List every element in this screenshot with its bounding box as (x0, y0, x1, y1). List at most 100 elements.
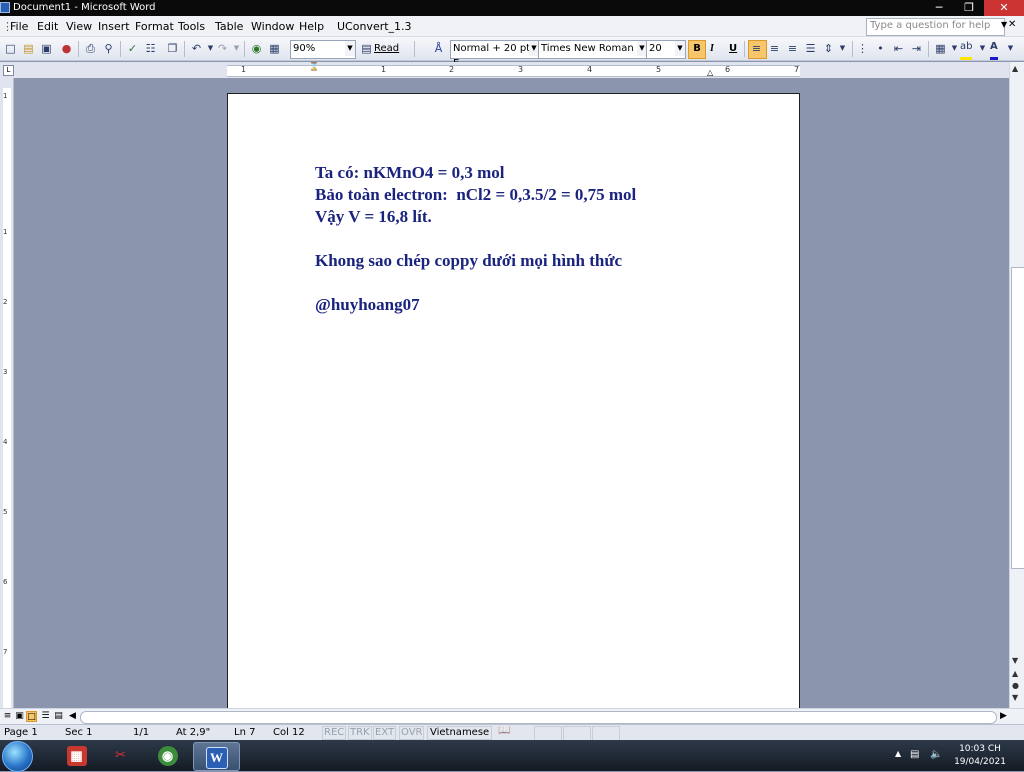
menu-uconvert[interactable]: UConvert_1.3 (337, 20, 412, 33)
menu-format[interactable]: Format (135, 20, 174, 33)
vertical-ruler-track (3, 88, 11, 708)
permission-icon[interactable]: ● (60, 42, 73, 55)
borders-icon[interactable]: ▦ (934, 42, 947, 55)
previous-page-icon[interactable]: ▲ (1012, 669, 1018, 678)
start-button[interactable] (2, 741, 33, 772)
redo-icon[interactable]: ↷ (216, 42, 229, 55)
status-trk[interactable]: TRK (348, 726, 372, 740)
align-center-icon[interactable]: ≡ (768, 42, 781, 55)
right-indent-marker[interactable]: △ (707, 68, 713, 77)
document-line[interactable]: Bảo toàn electron: nCl2 = 0,3.5/2 = 0,75… (315, 185, 636, 205)
outline-view-icon[interactable]: ☰ (40, 711, 51, 722)
font-select[interactable]: Times New Roman ▼ (538, 40, 648, 59)
menu-window[interactable]: Window (251, 20, 294, 33)
highlight-dropdown-icon[interactable]: ▼ (976, 42, 989, 55)
scroll-down-icon[interactable]: ▼ (1012, 656, 1018, 665)
status-ext[interactable]: EXT (373, 726, 397, 740)
menu-table[interactable]: Table (215, 20, 243, 33)
zoom-select[interactable]: 90% ▼ (290, 40, 356, 59)
menu-file[interactable]: File (10, 20, 28, 33)
word-app-icon[interactable] (0, 2, 10, 13)
menu-edit[interactable]: Edit (37, 20, 58, 33)
vertical-scrollbar[interactable]: ▲ ▼ ▲ ● ▼ (1009, 62, 1024, 708)
menu-help[interactable]: Help (299, 20, 324, 33)
restore-button[interactable]: ❐ (954, 0, 984, 16)
font-size-dropdown-icon[interactable]: ▼ (675, 41, 685, 56)
normal-view-icon[interactable]: ≡ (2, 711, 13, 722)
font-color-button[interactable]: A (990, 40, 998, 60)
taskbar-network-app[interactable]: ▦ (54, 742, 99, 769)
bold-button[interactable]: B (688, 40, 706, 59)
read-mode-icon[interactable]: ▤ (360, 42, 373, 55)
increase-indent-icon[interactable]: ⇥ (910, 42, 923, 55)
volume-tray-icon[interactable]: 🔈 (930, 749, 942, 760)
document-page[interactable]: Ta có: nKMnO4 = 0,3 mol Bảo toàn electro… (227, 93, 800, 713)
scroll-right-icon[interactable]: ▶ (998, 711, 1009, 722)
style-select[interactable]: Normal + 20 pt, E ▼ (450, 40, 540, 69)
numbering-icon[interactable]: ⋮ (856, 42, 869, 55)
print-icon[interactable]: ⎙ (84, 42, 97, 55)
reading-layout-icon[interactable]: ▤ (53, 711, 64, 722)
scroll-up-icon[interactable]: ▲ (1012, 64, 1018, 73)
document-line[interactable]: Ta có: nKMnO4 = 0,3 mol (315, 163, 504, 183)
vertical-scroll-thumb[interactable] (1011, 267, 1024, 569)
scroll-left-icon[interactable]: ◀ (67, 711, 78, 722)
document-line[interactable]: Khong sao chép coppy dưới mọi hình thức (315, 251, 622, 271)
menu-view[interactable]: View (66, 20, 92, 33)
underline-button[interactable]: U (729, 40, 737, 57)
line-spacing-dropdown-icon[interactable]: ▼ (836, 42, 849, 55)
read-button[interactable]: Read (374, 40, 399, 57)
next-page-icon[interactable]: ▼ (1012, 693, 1018, 702)
document-line[interactable]: @huyhoang07 (315, 295, 420, 315)
close-button[interactable]: ✕ (984, 0, 1024, 16)
new-document-icon[interactable]: □ (4, 42, 17, 55)
print-layout-icon[interactable]: □ (26, 711, 37, 722)
system-clock[interactable]: 10:03 CH 19/04/2021 (952, 743, 1008, 769)
justify-icon[interactable]: ☰ (804, 42, 817, 55)
decrease-indent-icon[interactable]: ⇤ (892, 42, 905, 55)
redo-dropdown-icon[interactable]: ▼ (230, 42, 243, 55)
status-ovr[interactable]: OVR (399, 726, 425, 740)
spelling-icon[interactable]: ✓ (126, 42, 139, 55)
undo-icon[interactable]: ↶ (190, 42, 203, 55)
taskbar-chrome[interactable]: ◉ (145, 742, 190, 769)
align-left-button[interactable]: ≡ (748, 40, 767, 59)
menu-insert[interactable]: Insert (98, 20, 130, 33)
font-size-select[interactable]: 20 ▼ (646, 40, 686, 59)
open-folder-icon[interactable]: ▤ (22, 42, 35, 55)
taskbar-snipping-tool[interactable]: ✂ (98, 742, 143, 769)
font-color-dropdown-icon[interactable]: ▼ (1004, 42, 1017, 55)
tray-expand-icon[interactable]: ▲ (895, 749, 901, 758)
minimize-button[interactable]: ─ (924, 0, 954, 16)
vertical-ruler[interactable]: 1 1 2 3 4 5 6 7 (0, 78, 14, 708)
bullets-icon[interactable]: • (874, 42, 887, 55)
styles-formatting-icon[interactable]: Å (432, 42, 445, 55)
tab-selector[interactable]: L (3, 65, 14, 76)
status-rec[interactable]: REC (322, 726, 347, 740)
document-close-icon[interactable]: ✕ (1008, 19, 1016, 30)
print-preview-icon[interactable]: ⚲ (102, 42, 115, 55)
help-search-input[interactable]: Type a question for help (866, 18, 1005, 36)
left-indent-marker[interactable]: ⌛ (309, 62, 319, 71)
document-line[interactable]: Vậy V = 16,8 lít. (315, 207, 432, 227)
save-icon[interactable]: ▣ (40, 42, 53, 55)
status-language[interactable]: Vietnamese (427, 726, 493, 740)
align-right-icon[interactable]: ≡ (786, 42, 799, 55)
browse-object-icon[interactable]: ● (1012, 681, 1019, 690)
spelling-status-icon[interactable]: 📖 (498, 725, 510, 736)
horizontal-scroll-thumb[interactable] (80, 711, 997, 724)
highlight-button[interactable]: ab (960, 40, 973, 60)
zoom-dropdown-icon[interactable]: ▼ (345, 41, 355, 56)
horizontal-ruler[interactable]: 1 1 2 3 4 5 6 7 ⌛ △ (227, 62, 800, 77)
hyperlink-icon[interactable]: ◉ (250, 42, 263, 55)
copy-icon[interactable]: ❐ (166, 42, 179, 55)
web-layout-icon[interactable]: ▣ (14, 711, 25, 722)
line-spacing-icon[interactable]: ⇕ (822, 42, 835, 55)
italic-button[interactable]: I (710, 40, 714, 57)
menu-tools[interactable]: Tools (178, 20, 205, 33)
research-icon[interactable]: ☷ (144, 42, 157, 55)
help-dropdown-icon[interactable]: ▼ (1001, 20, 1007, 29)
network-tray-icon[interactable]: ▤ (910, 749, 919, 760)
tables-borders-icon[interactable]: ▦ (268, 42, 281, 55)
taskbar-word[interactable]: W (193, 742, 240, 771)
